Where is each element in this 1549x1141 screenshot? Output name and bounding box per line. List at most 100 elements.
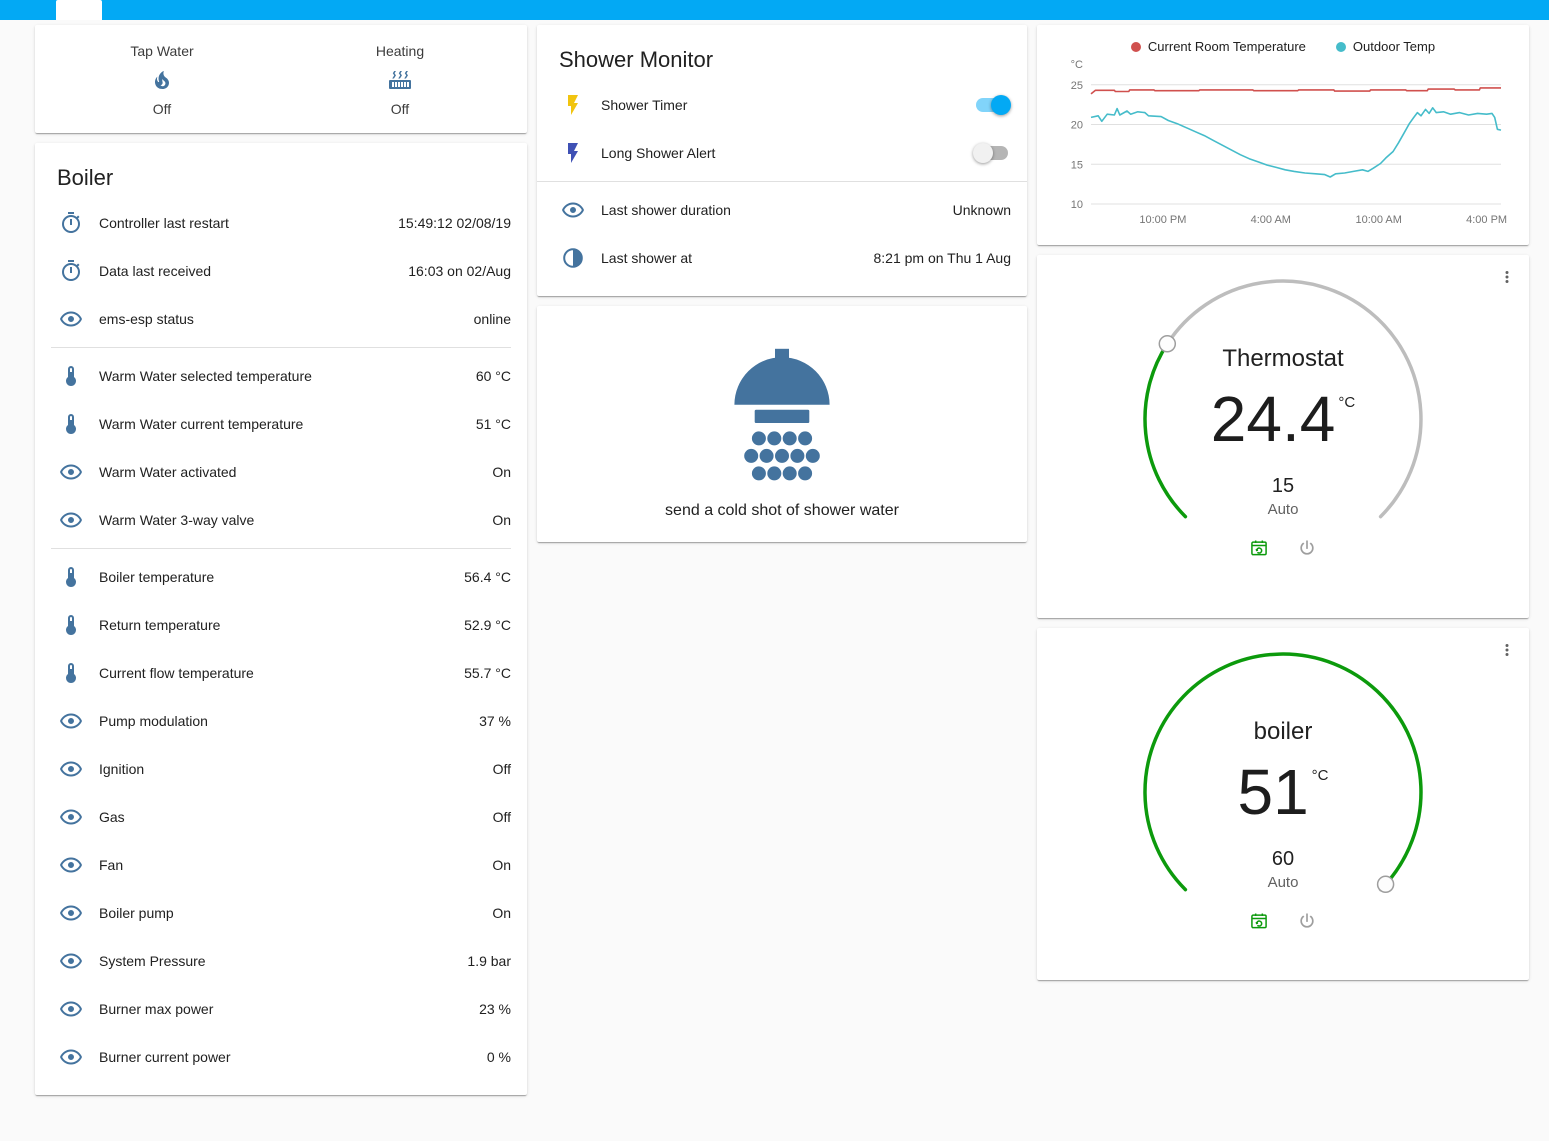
toggle-label: Long Shower Alert — [601, 145, 973, 161]
temperature-history-chart: 10152025°C10:00 PM4:00 AM10:00 AM4:00 PM — [1049, 56, 1517, 234]
entity-name: Burner max power — [99, 1001, 467, 1017]
entity-state: 55.7 °C — [464, 665, 511, 681]
eye-icon — [59, 997, 83, 1021]
svg-text:20: 20 — [1071, 120, 1083, 132]
entity-state: 60 °C — [476, 368, 511, 384]
entity-row[interactable]: Burner max power23 % — [35, 985, 527, 1033]
entity-list: Controller last restart 15:49:12 02/08/19… — [35, 199, 527, 1081]
entity-name: Boiler temperature — [99, 569, 452, 585]
card-title: Boiler — [35, 143, 527, 199]
thermometer-icon — [59, 565, 83, 589]
entity-state: 52.9 °C — [464, 617, 511, 633]
toggle-label: Shower Timer — [601, 97, 973, 113]
thermometer-icon — [59, 364, 83, 388]
entity-row[interactable]: Warm Water selected temperature 60 °C — [35, 352, 527, 400]
svg-text:°C: °C — [1071, 59, 1083, 71]
entity-state: 16:03 on 02/Aug — [408, 263, 511, 279]
eye-icon — [59, 805, 83, 829]
legend-label: Current Room Temperature — [1148, 39, 1306, 54]
entity-state: On — [492, 464, 511, 480]
flash-alert-icon — [561, 141, 585, 165]
entity-name: Last shower duration — [601, 202, 941, 218]
shower-timer-toggle[interactable] — [973, 95, 1011, 115]
toggle-row-long-shower-alert: Long Shower Alert — [537, 129, 1027, 177]
glance-item-heating[interactable]: Heating Off — [281, 43, 519, 117]
svg-text:4:00 PM: 4:00 PM — [1466, 214, 1507, 226]
entity-row[interactable]: FanOn — [35, 841, 527, 889]
legend-item: Current Room Temperature — [1131, 39, 1306, 54]
power-icon[interactable] — [1297, 911, 1317, 936]
entity-state: Unknown — [953, 202, 1011, 218]
calendar-sync-icon[interactable] — [1249, 911, 1269, 936]
thermometer-icon — [59, 412, 83, 436]
active-tab-indicator[interactable] — [56, 0, 102, 20]
entity-name: Return temperature — [99, 617, 452, 633]
svg-text:10:00 AM: 10:00 AM — [1355, 214, 1401, 226]
entity-state: 51 °C — [476, 416, 511, 432]
entity-name: Burner current power — [99, 1049, 475, 1065]
entity-name: Pump modulation — [99, 713, 467, 729]
svg-text:15: 15 — [1071, 159, 1083, 171]
entity-row[interactable]: Current flow temperature55.7 °C — [35, 649, 527, 697]
entity-row[interactable]: Boiler temperature 56.4 °C — [35, 553, 527, 601]
gauge-handle[interactable] — [1159, 336, 1175, 352]
entity-name: Warm Water 3-way valve — [99, 512, 480, 528]
toggle-row-shower-timer: Shower Timer — [537, 81, 1027, 129]
entity-row[interactable]: ems-esp statusonline — [35, 295, 527, 343]
legend-dot — [1336, 42, 1346, 52]
entity-state: 56.4 °C — [464, 569, 511, 585]
shower-head-icon — [698, 332, 866, 500]
entity-name: Fan — [99, 857, 480, 873]
legend-item: Outdoor Temp — [1336, 39, 1435, 54]
flash-icon — [561, 93, 585, 117]
entity-row[interactable]: System Pressure1.9 bar — [35, 937, 527, 985]
kebab-menu-icon[interactable] — [1495, 638, 1519, 662]
entity-row[interactable]: Boiler pumpOn — [35, 889, 527, 937]
shower-monitor-card: Shower Monitor Shower Timer Long Shower … — [537, 25, 1027, 296]
entity-row[interactable]: Controller last restart 15:49:12 02/08/19 — [35, 199, 527, 247]
eye-icon — [59, 901, 83, 925]
calendar-sync-icon[interactable] — [1249, 538, 1269, 563]
divider — [51, 548, 511, 549]
entity-name: Controller last restart — [99, 215, 386, 231]
gauge-handle[interactable] — [1378, 876, 1394, 892]
long-shower-alert-toggle[interactable] — [973, 143, 1011, 163]
entity-row[interactable]: Data last received16:03 on 02/Aug — [35, 247, 527, 295]
entity-row[interactable]: Burner current power 0 % — [35, 1033, 527, 1081]
timer-icon — [59, 259, 83, 283]
entity-row[interactable]: Warm Water activated On — [35, 448, 527, 496]
entity-state: 0 % — [487, 1049, 511, 1065]
entity-row[interactable]: Return temperature 52.9 °C — [35, 601, 527, 649]
card-title: Shower Monitor — [537, 25, 1027, 81]
entity-row-last-shower-duration[interactable]: Last shower duration Unknown — [537, 186, 1027, 234]
entity-row-last-shower-at[interactable]: Last shower at 8:21 pm on Thu 1 Aug — [537, 234, 1027, 282]
entity-name: Warm Water selected temperature — [99, 368, 464, 384]
entity-state: online — [474, 311, 511, 327]
entity-row[interactable]: GasOff — [35, 793, 527, 841]
app-header — [0, 0, 1549, 20]
shower-action-card[interactable]: send a cold shot of shower water — [537, 306, 1027, 542]
entity-name: Boiler pump — [99, 905, 480, 921]
kebab-menu-icon[interactable] — [1495, 265, 1519, 289]
timer-icon — [59, 211, 83, 235]
legend-dot — [1131, 42, 1141, 52]
eye-icon — [59, 949, 83, 973]
entity-name: Ignition — [99, 761, 481, 777]
fire-icon — [150, 68, 174, 92]
entity-row[interactable]: Pump modulation37 % — [35, 697, 527, 745]
entity-row[interactable]: IgnitionOff — [35, 745, 527, 793]
boiler-gauge-card: boiler 51 °C 60 Auto — [1037, 628, 1529, 980]
entity-state: Off — [391, 101, 409, 117]
entity-state: 15:49:12 02/08/19 — [398, 215, 511, 231]
dashboard: Tap Water Off Heating Off Boiler Control… — [0, 20, 1549, 1105]
entity-name: Warm Water activated — [99, 464, 480, 480]
chart-legend: Current Room Temperature Outdoor Temp — [1049, 33, 1517, 56]
thermostat-card: Thermostat 24.4 °C 15 Auto — [1037, 255, 1529, 618]
eye-icon — [561, 198, 585, 222]
divider — [51, 347, 511, 348]
glance-item-tap-water[interactable]: Tap Water Off — [43, 43, 281, 117]
power-icon[interactable] — [1297, 538, 1317, 563]
entity-row[interactable]: Warm Water current temperature51 °C — [35, 400, 527, 448]
entity-row[interactable]: Warm Water 3-way valveOn — [35, 496, 527, 544]
action-label: send a cold shot of shower water — [665, 502, 899, 520]
